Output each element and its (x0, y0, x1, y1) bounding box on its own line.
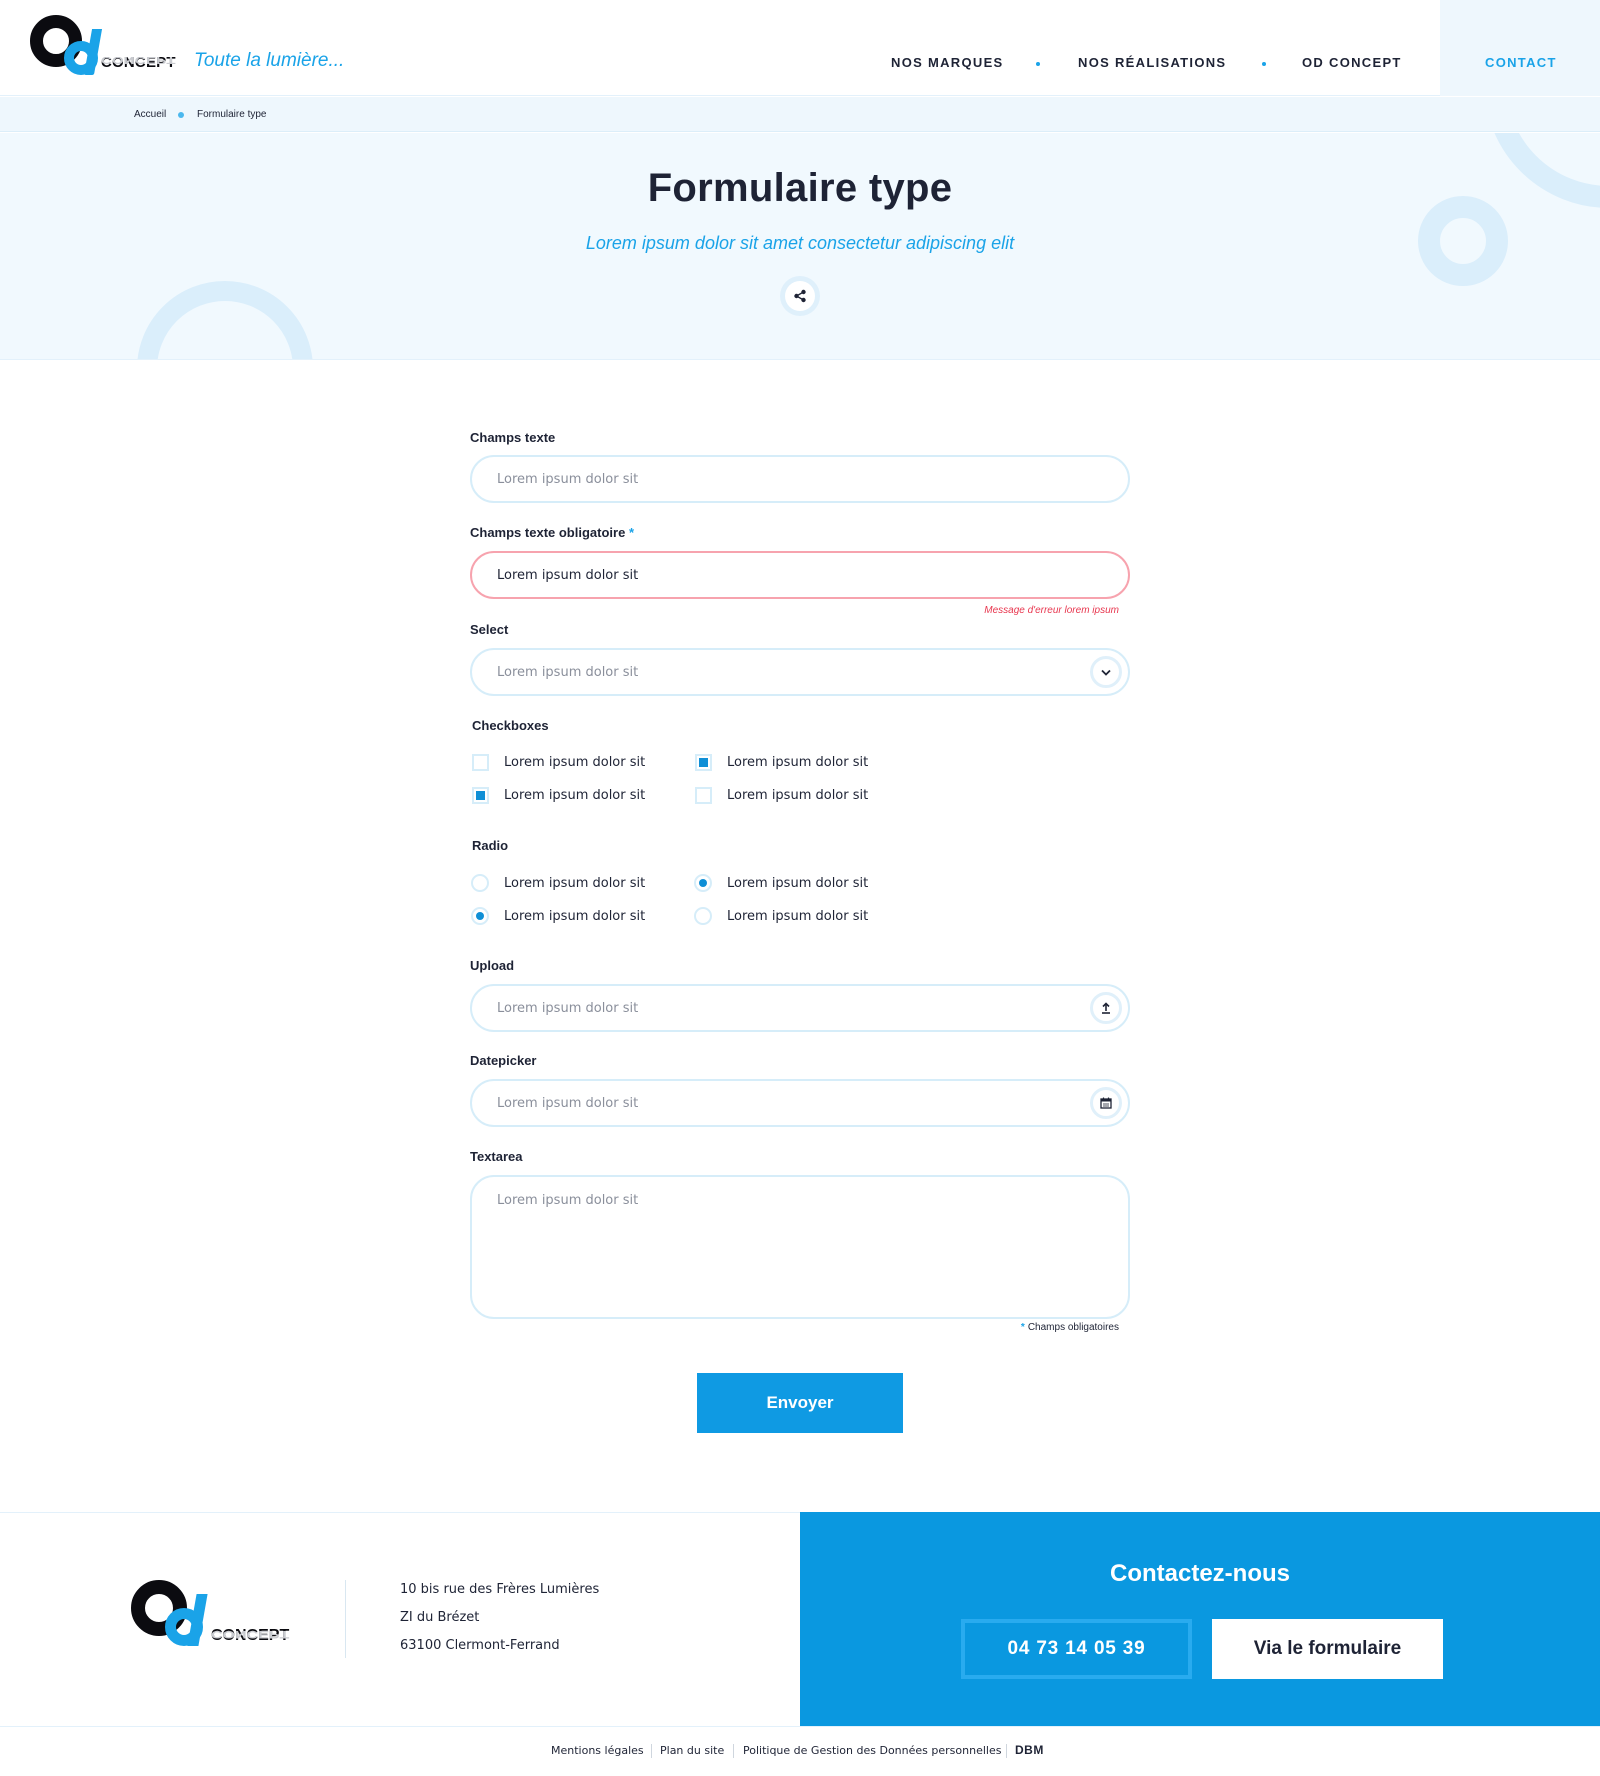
site-header: CONCEPT CONCEPT Toute la lumière... NOS … (0, 0, 1600, 96)
logo-word-reflection: CONCEPT (101, 54, 176, 66)
nav-separator-dot (1036, 62, 1040, 66)
checkbox-checked[interactable] (472, 787, 489, 804)
checkbox-option[interactable]: Lorem ipsum dolor sit (472, 754, 645, 771)
checkbox-label: Lorem ipsum dolor sit (504, 755, 646, 770)
radio-button[interactable] (694, 907, 712, 925)
legal-separator (733, 1744, 734, 1758)
radio-option[interactable]: Lorem ipsum dolor sit (694, 907, 868, 925)
phone-button[interactable]: 04 73 14 05 39 (961, 1619, 1192, 1679)
checkbox-option[interactable]: Lorem ipsum dolor sit (695, 754, 868, 771)
nav-separator-dot (1262, 62, 1266, 66)
select-field[interactable]: Lorem ipsum dolor sit (470, 648, 1130, 696)
legal-link-mentions[interactable]: Mentions légales (551, 1744, 644, 1757)
checkbox-label: Lorem ipsum dolor sit (727, 788, 869, 803)
nav-item-nos-realisations[interactable]: NOS RÉALISATIONS (1078, 55, 1226, 70)
address-line: 10 bis rue des Frères Lumières (400, 1582, 600, 1597)
checkboxes-label: Checkboxes (472, 718, 549, 733)
page-subtitle: Lorem ipsum dolor sit amet consectetur a… (585, 233, 1015, 253)
upload-placeholder: Lorem ipsum dolor sit (497, 1001, 639, 1016)
radio-option-label: Lorem ipsum dolor sit (504, 908, 646, 924)
datepicker-field[interactable]: Lorem ipsum dolor sit (470, 1079, 1130, 1127)
breadcrumb: Accueil Formulaire type (0, 97, 1600, 132)
radio-option-label: Lorem ipsum dolor sit (727, 908, 869, 924)
share-button[interactable] (780, 276, 820, 316)
select-value: Lorem ipsum dolor sit (497, 665, 639, 680)
required-asterisk: * (628, 525, 634, 540)
required-field-label-text: Champs texte obligatoire (470, 525, 626, 540)
required-text-field[interactable]: Lorem ipsum dolor sit (470, 551, 1130, 599)
upload-icon[interactable] (1090, 992, 1122, 1024)
share-icon (785, 281, 815, 311)
text-field-placeholder: Lorem ipsum dolor sit (497, 472, 639, 487)
page-title: Formulaire type (647, 166, 953, 210)
page-hero: Formulaire type Lorem ipsum dolor sit am… (0, 133, 1600, 360)
datepicker-placeholder: Lorem ipsum dolor sit (497, 1096, 639, 1111)
submit-button[interactable]: Envoyer (697, 1373, 903, 1433)
od-concept-logo[interactable]: CONCEPT CONCEPT (30, 13, 190, 83)
radio-option-label: Lorem ipsum dolor sit (727, 875, 869, 891)
agency-logo-link[interactable]: DBM (1015, 1743, 1044, 1757)
cta-title: Contactez-nous (1110, 1560, 1290, 1587)
radio-button-selected[interactable] (471, 907, 489, 925)
chevron-down-icon[interactable] (1090, 656, 1122, 688)
calendar-icon[interactable] (1090, 1087, 1122, 1119)
checkbox-option[interactable]: Lorem ipsum dolor sit (695, 787, 868, 804)
nav-contact-label: CONTACT (1485, 55, 1557, 70)
legal-separator (1006, 1744, 1007, 1758)
radio-button-selected[interactable] (694, 874, 712, 892)
upload-label: Upload (470, 958, 515, 973)
legal-divider (0, 1726, 1600, 1727)
breadcrumb-home-link[interactable]: Accueil (134, 109, 166, 120)
radio-button[interactable] (471, 874, 489, 892)
text-field-label: Champs texte (470, 430, 556, 445)
textarea-label: Textarea (470, 1149, 523, 1164)
checkbox[interactable] (472, 754, 489, 771)
footer-vertical-divider (345, 1580, 346, 1658)
required-field-value: Lorem ipsum dolor sit (497, 568, 639, 583)
nav-contact-button[interactable]: CONTACT (1440, 0, 1600, 96)
error-message: Message d'erreur lorem ipsum (984, 605, 1119, 616)
address-line: 63100 Clermont-Ferrand (400, 1638, 560, 1653)
required-fields-note: * Champs obligatoires (900, 1322, 1119, 1333)
address-line: ZI du Brézet (400, 1610, 480, 1625)
checkbox-checked[interactable] (695, 754, 712, 771)
contact-form-button[interactable]: Via le formulaire (1212, 1619, 1443, 1679)
radio-option[interactable]: Lorem ipsum dolor sit (694, 874, 868, 892)
textarea-placeholder: Lorem ipsum dolor sit (497, 1193, 639, 1208)
required-note-star: * (1020, 1322, 1025, 1333)
legal-separator (651, 1744, 652, 1758)
breadcrumb-current: Formulaire type (197, 109, 267, 120)
nav-item-nos-marques[interactable]: NOS MARQUES (891, 55, 1004, 70)
checkbox-option[interactable]: Lorem ipsum dolor sit (472, 787, 645, 804)
footer-logo[interactable]: CONCEPT CONCEPT (131, 1580, 301, 1660)
select-label: Select (470, 622, 509, 637)
tagline: Toute la lumière... (194, 50, 345, 71)
contact-cta: Contactez-nous 04 73 14 05 39 Via le for… (800, 1512, 1600, 1726)
legal-link-politique-donnees[interactable]: Politique de Gestion des Données personn… (743, 1744, 1001, 1757)
required-field-label: Champs texte obligatoire * (470, 525, 634, 540)
decorative-ring (137, 281, 313, 359)
breadcrumb-separator-dot (178, 112, 184, 118)
legal-link-plan-du-site[interactable]: Plan du site (660, 1744, 724, 1757)
datepicker-label: Datepicker (470, 1053, 537, 1068)
required-note-text: Champs obligatoires (1027, 1322, 1119, 1333)
nav-item-od-concept[interactable]: OD CONCEPT (1302, 55, 1402, 70)
checkbox-label: Lorem ipsum dolor sit (504, 788, 646, 803)
radio-option-label: Lorem ipsum dolor sit (504, 875, 646, 891)
radio-option[interactable]: Lorem ipsum dolor sit (471, 874, 645, 892)
checkbox[interactable] (695, 787, 712, 804)
textarea-field[interactable]: Lorem ipsum dolor sit (470, 1175, 1130, 1319)
radio-label: Radio (472, 838, 509, 853)
upload-field[interactable]: Lorem ipsum dolor sit (470, 984, 1130, 1032)
text-field[interactable]: Lorem ipsum dolor sit (470, 455, 1130, 503)
logo-word-reflection: CONCEPT (211, 1628, 290, 1640)
checkbox-label: Lorem ipsum dolor sit (727, 755, 869, 770)
radio-option[interactable]: Lorem ipsum dolor sit (471, 907, 645, 925)
